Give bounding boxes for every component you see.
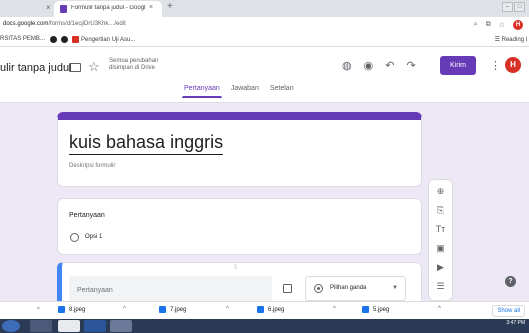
download-menu-icon[interactable]: ^ <box>226 306 229 312</box>
question-card[interactable]: Pertanyaan Opsi 1 <box>57 198 422 255</box>
close-prev-tab-icon[interactable]: × <box>46 3 51 12</box>
bookmark-github[interactable] <box>50 36 59 43</box>
active-question-card[interactable]: ⁞⁞⁞ Pertanyaan Pilihan ganda ▼ <box>57 262 422 301</box>
browser-tab-forms[interactable]: Formulir tanpa judul - Google Fo × <box>54 1 162 17</box>
undo-icon[interactable]: ↶ <box>385 59 394 72</box>
minimize-icon[interactable]: – <box>502 2 513 12</box>
image-file-icon <box>257 306 264 313</box>
question-title: Pertanyaan <box>69 212 105 219</box>
download-menu-icon[interactable]: ^ <box>438 306 441 312</box>
preview-eye-icon[interactable]: ◉ <box>364 59 374 72</box>
tab-questions[interactable]: Pertanyaan <box>182 85 222 98</box>
star-icon[interactable]: ☆ <box>499 21 505 29</box>
bookmarks-bar: RSITAS PEMB... Pengertian Uji Asu... ☰ R… <box>0 33 529 47</box>
star-icon[interactable]: ☆ <box>88 59 100 75</box>
form-tabs: Pertanyaan Jawaban Setelan <box>182 85 294 98</box>
forms-favicon-icon <box>60 5 67 13</box>
url-text[interactable]: docs.google.com/forms/d/1ecjiDrU3Khk…/ed… <box>3 21 126 27</box>
download-shelf: ^ 8.jpeg ^ 7.jpeg ^ 6.jpeg ^ 5.jpeg ^ Sh… <box>0 301 529 319</box>
save-status: Semua perubahan disimpan di Drive <box>109 58 159 71</box>
form-title-card[interactable]: kuis bahasa inggris Deskripsi formulir <box>57 112 422 187</box>
form-editor-canvas: kuis bahasa inggris Deskripsi formulir P… <box>0 103 529 301</box>
form-title[interactable]: kuis bahasa inggris <box>69 132 224 155</box>
form-description-field[interactable]: Deskripsi formulir <box>69 163 115 169</box>
reading-list-button[interactable]: ☰ Reading l <box>495 36 527 43</box>
close-tab-icon[interactable]: × <box>149 4 153 11</box>
question-title-input[interactable]: Pertanyaan <box>69 276 272 301</box>
add-image-icon[interactable] <box>283 284 292 293</box>
more-options-icon[interactable]: ⋮ <box>490 59 501 72</box>
github-icon <box>50 36 57 43</box>
add-question-icon[interactable]: ⊕ <box>429 186 452 197</box>
os-taskbar: 3:47 PM <box>0 319 529 333</box>
question-type-label: Pilihan ganda <box>330 285 367 291</box>
url-path: /forms/d/1ecjiDrU3Khk…/edit <box>48 21 126 27</box>
radio-selected-icon <box>314 284 323 293</box>
address-bar-actions: ⌕ ⧉ ☆ H <box>474 20 523 30</box>
question-type-dropdown[interactable]: Pilihan ganda ▼ <box>305 276 406 301</box>
download-item[interactable]: 5.jpeg <box>362 306 389 313</box>
header-actions: ◍ ◉ ↶ ↷ <box>342 59 416 72</box>
image-file-icon <box>58 306 65 313</box>
move-to-folder-icon[interactable] <box>69 63 81 72</box>
download-menu-icon[interactable]: ^ <box>333 306 336 312</box>
chevron-down-icon: ▼ <box>392 285 398 291</box>
zoom-icon[interactable]: ⌕ <box>474 21 478 29</box>
chevron-up-icon[interactable]: ^ <box>37 307 40 313</box>
add-video-icon[interactable]: ▶ <box>429 262 452 273</box>
palette-icon[interactable]: ◍ <box>342 59 352 72</box>
taskbar-app-chrome[interactable] <box>58 320 80 332</box>
tab-title: Formulir tanpa judul - Google Fo <box>71 5 145 11</box>
bookmark-github-2[interactable] <box>61 36 70 43</box>
download-item[interactable]: 6.jpeg <box>257 306 284 313</box>
image-file-icon <box>159 306 166 313</box>
window-controls: – □ <box>502 2 525 12</box>
install-icon[interactable]: ⧉ <box>486 21 491 29</box>
download-item[interactable]: 8.jpeg <box>58 306 85 313</box>
bookmark-universitas[interactable]: RSITAS PEMB... <box>0 36 45 42</box>
new-tab-button[interactable]: + <box>167 1 173 12</box>
download-filename: 8.jpeg <box>69 307 86 314</box>
show-all-downloads-button[interactable]: Show all <box>492 305 525 317</box>
forms-header: ulir tanpa judul ☆ Semua perubahan disim… <box>0 47 529 103</box>
download-filename: 6.jpeg <box>268 307 285 314</box>
tab-settings[interactable]: Setelan <box>270 85 294 92</box>
profile-avatar[interactable]: H <box>513 20 523 30</box>
reading-list-label: Reading l <box>501 37 527 43</box>
floating-toolbar: ⊕ ⎘ Tт ▣ ▶ ☰ <box>428 179 453 301</box>
question-placeholder: Pertanyaan <box>77 287 113 294</box>
account-avatar[interactable]: H <box>505 57 521 73</box>
maximize-icon[interactable]: □ <box>514 2 525 12</box>
import-questions-icon[interactable]: ⎘ <box>429 205 452 216</box>
document-title[interactable]: ulir tanpa judul <box>0 62 72 74</box>
start-button[interactable] <box>2 320 20 332</box>
taskbar-clock[interactable]: 3:47 PM <box>506 320 525 326</box>
send-button[interactable]: Kirim <box>440 56 476 75</box>
github-icon <box>61 36 68 43</box>
tab-responses[interactable]: Jawaban <box>231 85 259 92</box>
download-menu-icon[interactable]: ^ <box>123 306 126 312</box>
bookmark-label: Pengertian Uji Asu... <box>81 37 136 44</box>
address-bar[interactable]: docs.google.com/forms/d/1ecjiDrU3Khk…/ed… <box>0 17 529 33</box>
redo-icon[interactable]: ↷ <box>406 59 415 72</box>
download-item[interactable]: 7.jpeg <box>159 306 186 313</box>
option-label: Opsi 1 <box>85 234 103 240</box>
download-filename: 5.jpeg <box>373 307 390 314</box>
add-title-icon[interactable]: Tт <box>429 224 452 234</box>
radio-option-icon <box>70 233 79 242</box>
bookmark-pengertian[interactable]: Pengertian Uji Asu... <box>72 36 135 43</box>
taskbar-app-word[interactable] <box>84 320 106 332</box>
download-filename: 7.jpeg <box>170 307 187 314</box>
browser-tab-strip: × Formulir tanpa judul - Google Fo × + –… <box>0 0 529 17</box>
bookmark-favicon-icon <box>72 36 79 43</box>
help-icon[interactable]: ? <box>505 276 516 287</box>
taskbar-app-explorer[interactable] <box>30 320 52 332</box>
image-file-icon <box>362 306 369 313</box>
drag-handle-icon[interactable]: ⁞⁞⁞ <box>234 265 237 271</box>
add-section-icon[interactable]: ☰ <box>429 281 452 292</box>
taskbar-app-other[interactable] <box>110 320 132 332</box>
bookmark-label: RSITAS PEMB... <box>0 36 45 42</box>
url-domain: docs.google.com <box>3 21 49 27</box>
add-image-icon[interactable]: ▣ <box>429 243 452 254</box>
